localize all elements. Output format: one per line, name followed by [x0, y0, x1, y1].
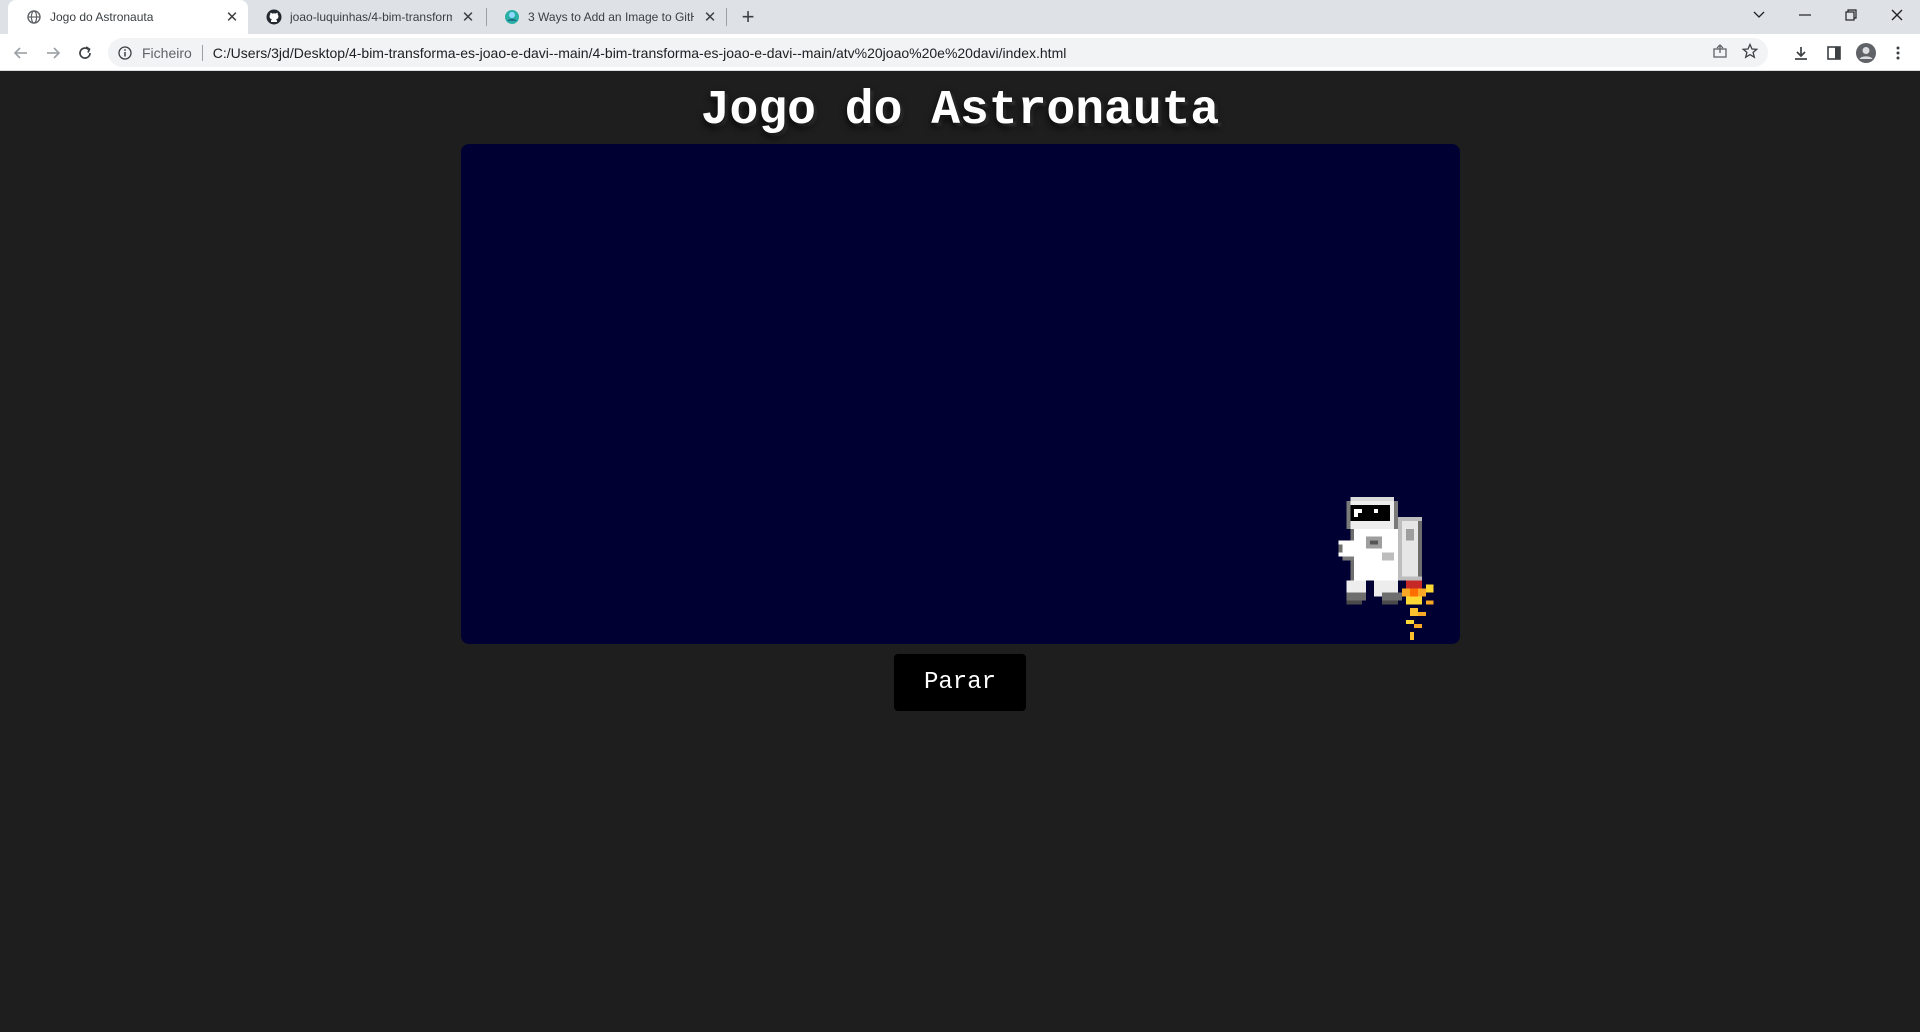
new-tab-icon[interactable]: + [736, 4, 760, 29]
url-text[interactable]: C:/Users/3jd/Desktop/4-bim-transforma-es… [213, 45, 1067, 61]
reload-icon[interactable] [71, 39, 99, 67]
share-icon[interactable] [1712, 43, 1728, 62]
browser-toolbar: Ficheiro C:/Users/3jd/Desktop/4-bim-tran… [0, 34, 1920, 71]
profile-avatar-icon[interactable] [1852, 39, 1880, 67]
github-icon [266, 9, 282, 25]
tab-search-icon[interactable] [1736, 0, 1782, 30]
globe-icon [26, 9, 42, 25]
page-content: Jogo do Astronauta Parar [0, 71, 1920, 1032]
close-tab-icon[interactable]: ✕ [222, 7, 242, 27]
bookmark-star-icon[interactable] [1741, 42, 1759, 62]
tab-strip: Jogo do Astronauta ✕ joao-luquinhas/4-bi… [0, 0, 1920, 34]
tab-add-image-github[interactable]: 3 Ways to Add an Image to GitH ✕ [486, 0, 726, 34]
minimize-icon[interactable] [1782, 0, 1828, 30]
site-favicon [504, 9, 520, 25]
back-icon[interactable] [7, 39, 35, 67]
close-tab-icon[interactable]: ✕ [458, 7, 478, 27]
page-title: Jogo do Astronauta [700, 84, 1220, 138]
close-window-icon[interactable] [1874, 0, 1920, 30]
tab-title: joao-luquinhas/4-bim-transform [290, 10, 452, 24]
tab-title: 3 Ways to Add an Image to GitH [528, 10, 694, 24]
address-bar[interactable]: Ficheiro C:/Users/3jd/Desktop/4-bim-tran… [108, 38, 1768, 67]
restore-icon[interactable] [1828, 0, 1874, 30]
stop-button[interactable]: Parar [894, 654, 1026, 711]
info-icon[interactable] [118, 45, 134, 61]
download-icon[interactable] [1787, 39, 1815, 67]
file-scheme-chip[interactable]: Ficheiro [142, 44, 203, 61]
side-panel-icon[interactable] [1820, 39, 1848, 67]
astronaut-sprite [1338, 496, 1434, 641]
game-area[interactable] [461, 144, 1460, 644]
tab-github-repo[interactable]: joao-luquinhas/4-bim-transform ✕ [248, 0, 484, 34]
tab-title: Jogo do Astronauta [50, 10, 154, 24]
forward-icon[interactable] [39, 39, 67, 67]
menu-kebab-icon[interactable] [1884, 39, 1912, 67]
tab-jogo-do-astronauta[interactable]: Jogo do Astronauta ✕ [8, 0, 248, 34]
tab-separator [726, 8, 727, 26]
close-tab-icon[interactable]: ✕ [700, 7, 720, 27]
